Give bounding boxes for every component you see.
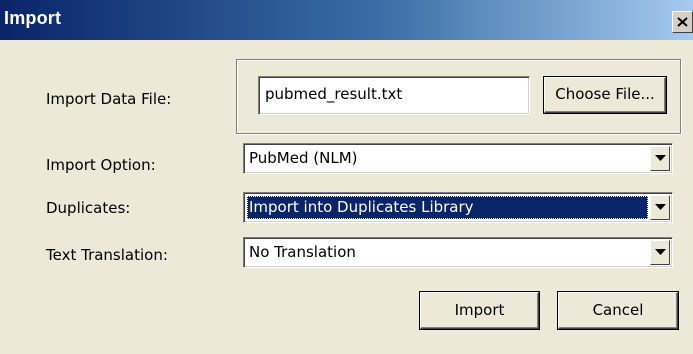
import-data-file-label: Import Data File: — [46, 90, 172, 108]
duplicates-label: Duplicates: — [46, 199, 131, 217]
import-button[interactable]: Import — [420, 292, 539, 329]
chevron-down-icon — [655, 204, 666, 210]
import-file-field[interactable]: pubmed_result.txt — [258, 76, 530, 115]
duplicates-select[interactable]: Import into Duplicates Library — [243, 192, 673, 223]
chevron-down-icon — [655, 155, 666, 161]
close-button[interactable] — [672, 11, 693, 33]
import-option-label: Import Option: — [46, 156, 156, 174]
duplicates-value: Import into Duplicates Library — [247, 196, 648, 219]
text-translation-label: Text Translation: — [46, 246, 168, 264]
import-option-dropdown-button[interactable] — [650, 146, 670, 171]
chevron-down-icon — [655, 249, 666, 255]
choose-file-button[interactable]: Choose File... — [544, 77, 666, 113]
import-dialog: Import Import Data File: pubmed_result.t… — [0, 0, 693, 354]
import-option-value: PubMed (NLM) — [249, 149, 358, 167]
import-option-select[interactable]: PubMed (NLM) — [243, 143, 673, 174]
title-bar[interactable]: Import — [0, 0, 693, 40]
duplicates-dropdown-button[interactable] — [650, 195, 670, 220]
text-translation-select[interactable]: No Translation — [243, 237, 673, 268]
window-title: Import — [4, 8, 62, 28]
close-icon — [677, 17, 688, 27]
text-translation-dropdown-button[interactable] — [650, 240, 670, 265]
cancel-button[interactable]: Cancel — [558, 292, 678, 329]
text-translation-value: No Translation — [249, 243, 356, 261]
